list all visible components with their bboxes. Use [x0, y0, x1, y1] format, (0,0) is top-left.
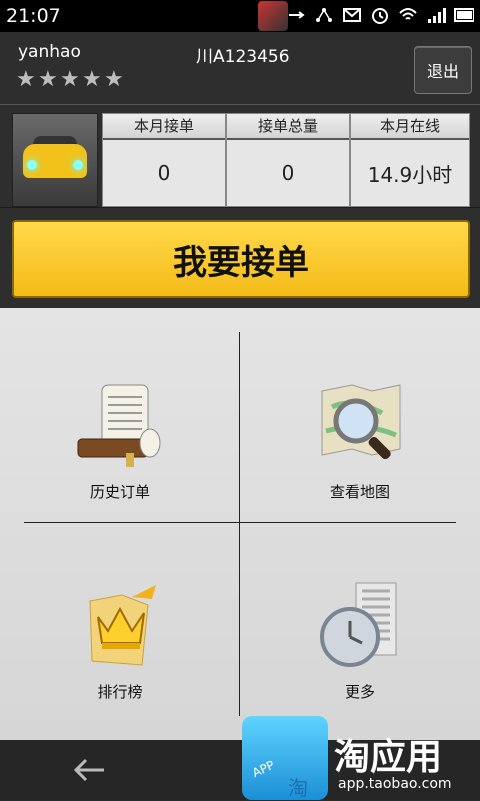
more-clock-icon [312, 577, 408, 673]
star-icon: ★ [104, 67, 124, 92]
driver-username: yanhao [18, 42, 81, 62]
wifi-icon [398, 5, 418, 25]
logout-button[interactable]: 退出 [414, 46, 472, 94]
signal-icon [426, 5, 446, 25]
usb-icon [286, 5, 306, 25]
promo-brand-text: 淘应用 [334, 737, 443, 778]
alarm-icon [370, 5, 390, 25]
grid-divider-vertical [239, 332, 240, 716]
stat-label: 接单总量 [227, 114, 349, 140]
bag-char-text: 淘 [288, 776, 308, 800]
menu-item-label: 排行榜 [97, 683, 143, 701]
stat-value: 0 [281, 161, 295, 185]
menu-item-label: 更多 [344, 683, 375, 701]
menu-item-label: 历史订单 [89, 483, 150, 501]
driver-header: yanhao 川A123456 ★ ★ ★ ★ ★ 退出 [0, 32, 480, 105]
map-magnifier-icon [312, 377, 408, 473]
stat-label: 本月接单 [103, 114, 225, 140]
status-icons [286, 5, 474, 25]
crown-ranking-icon [72, 577, 168, 673]
stat-label: 本月在线 [351, 114, 469, 140]
accept-order-area: 我要接单 [0, 208, 480, 308]
stat-value: 0 [157, 161, 171, 185]
stats-row: 本月接单 0 接单总量 0 本月在线 14.9小时 [0, 105, 480, 208]
license-plate: 川A123456 [196, 47, 290, 67]
app-notification-icon [258, 1, 288, 31]
history-scroll-icon [72, 377, 168, 473]
menu-grid: 历史订单 查看地图 排行榜 更多 [0, 308, 480, 740]
grid-divider-horizontal [24, 522, 456, 523]
star-icon: ★ [82, 67, 102, 92]
status-time: 21:07 [6, 5, 61, 27]
stat-total-orders: 接单总量 0 [226, 113, 350, 207]
star-icon: ★ [60, 67, 80, 92]
stat-monthly-online: 本月在线 14.9小时 [350, 113, 470, 207]
stat-value: 14.9小时 [367, 162, 453, 187]
mail-icon [342, 5, 362, 25]
taxi-car-icon [12, 113, 98, 207]
taobao-app-promo[interactable]: APP 淘 淘应用 app.taobao.com [242, 706, 480, 800]
accept-order-button[interactable]: 我要接单 [12, 220, 470, 298]
menu-item-ranking[interactable]: 排行榜 [20, 532, 220, 702]
star-icon: ★ [38, 67, 58, 92]
menu-item-more[interactable]: 更多 [260, 532, 460, 702]
stat-monthly-orders: 本月接单 0 [102, 113, 226, 207]
star-icon: ★ [16, 67, 36, 92]
battery-icon [454, 5, 474, 25]
bag-app-text: APP [250, 757, 277, 781]
driver-rating: ★ ★ ★ ★ ★ [16, 67, 124, 92]
status-bar: 21:07 [0, 0, 480, 32]
menu-item-history[interactable]: 历史订单 [20, 332, 220, 502]
promo-site-text: app.taobao.com [338, 776, 452, 792]
menu-item-map[interactable]: 查看地图 [260, 332, 460, 502]
shopping-bag-icon: APP 淘 [242, 716, 328, 800]
share-icon [314, 5, 334, 25]
menu-item-label: 查看地图 [329, 483, 390, 501]
back-arrow-icon[interactable] [70, 754, 110, 786]
